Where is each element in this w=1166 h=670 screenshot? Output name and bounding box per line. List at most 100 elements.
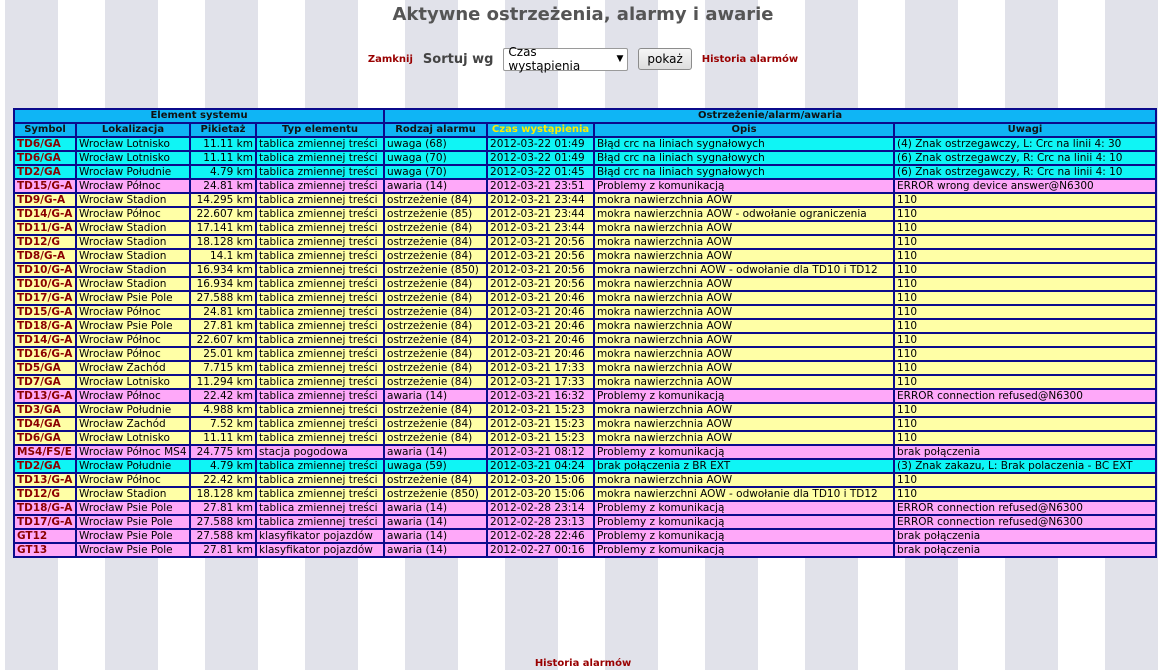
- table-row[interactable]: TD17/G-A Wrocław Psie Pole 27.588 km tablic…: [13, 514, 1158, 530]
- footer-history-link[interactable]: Historia alarmów: [535, 658, 631, 669]
- cell-alarm-type: uwaga (68): [383, 136, 489, 152]
- cell-symbol: TD14/G-A: [13, 332, 77, 348]
- cell-time: 2012-03-21 23:44: [486, 220, 596, 236]
- cell-time: 2012-02-28 23:14: [486, 500, 596, 516]
- table-row[interactable]: TD6/GA Wrocław Lotnisko 11.11 km tablica zm…: [13, 150, 1158, 166]
- cell-location: Wrocław Stadion: [75, 486, 191, 502]
- cell-kilometer: 4.79 km: [189, 458, 257, 474]
- sort-selected-value: Czas wystąpienia: [508, 45, 581, 73]
- table-row[interactable]: TD16/G-A Wrocław Północ 25.01 km tablica zm…: [13, 346, 1158, 362]
- table-row[interactable]: TD2/GA Wrocław Południe 4.79 km tablica zmi…: [13, 164, 1158, 180]
- cell-notes: 110: [893, 206, 1158, 222]
- table-row[interactable]: TD10/G-A Wrocław Stadion 16.934 km tablica …: [13, 276, 1158, 292]
- cell-kilometer: 22.607 km: [189, 206, 257, 222]
- cell-kilometer: 16.934 km: [189, 276, 257, 292]
- table-row[interactable]: TD9/G-A Wrocław Stadion 14.295 km tablica z…: [13, 192, 1158, 208]
- cell-kilometer: 11.294 km: [189, 374, 257, 390]
- table-row[interactable]: TD3/GA Wrocław Południe 4.988 km tablica zm…: [13, 402, 1158, 418]
- col-element-type[interactable]: Typ elementu: [254, 122, 386, 138]
- cell-time: 2012-03-21 17:33: [486, 360, 596, 376]
- cell-time: 2012-03-21 20:46: [486, 318, 596, 334]
- group-header-element: Element systemu: [12, 108, 386, 124]
- table-row[interactable]: MS4/FS/E Wrocław Północ MS4 24.775 km stacj…: [13, 444, 1158, 460]
- cell-description: mokra nawierzchnia AOW: [593, 192, 896, 208]
- history-link[interactable]: Historia alarmów: [702, 54, 798, 65]
- cell-alarm-type: awaria (14): [383, 542, 489, 558]
- cell-element-type: tablica zmiennej treści: [254, 192, 386, 208]
- cell-location: Wrocław Północ: [75, 304, 191, 320]
- col-description[interactable]: Opis: [593, 122, 896, 138]
- table-row[interactable]: TD17/G-A Wrocław Psie Pole 27.588 km tablic…: [13, 290, 1158, 306]
- cell-description: Błąd crc na liniach sygnałowych: [593, 150, 896, 166]
- table-row[interactable]: TD14/G-A Wrocław Północ 22.607 km tablica z…: [13, 206, 1158, 222]
- table-row[interactable]: GT12 Wrocław Psie Pole 27.588 km klasyfikat…: [13, 528, 1158, 544]
- table-row[interactable]: TD18/G-A Wrocław Psie Pole 27.81 km tablica…: [13, 500, 1158, 516]
- cell-description: brak połączenia z BR EXT: [593, 458, 896, 474]
- table-row[interactable]: TD18/G-A Wrocław Psie Pole 27.81 km tablica…: [13, 318, 1158, 334]
- cell-notes: ERROR connection refused@N6300: [893, 388, 1158, 404]
- cell-kilometer: 22.42 km: [189, 472, 257, 488]
- table-row[interactable]: TD7/GA Wrocław Lotnisko 11.294 km tablica z…: [13, 374, 1158, 390]
- toolbar: Zamknij Sortuj wg Czas wystąpienia ▼ pok…: [0, 45, 1166, 73]
- cell-symbol: TD16/G-A: [13, 346, 77, 362]
- table-row[interactable]: TD13/G-A Wrocław Północ 22.42 km tablica zm…: [13, 388, 1158, 404]
- cell-kilometer: 11.11 km: [189, 136, 257, 152]
- cell-location: Wrocław Zachód: [75, 360, 191, 376]
- alarms-table: Element systemu Ostrzeżenie/alarm/awaria…: [12, 108, 1158, 558]
- table-row[interactable]: TD15/G-A Wrocław Północ 24.81 km tablica zm…: [13, 178, 1158, 194]
- cell-kilometer: 4.79 km: [189, 164, 257, 180]
- table-row[interactable]: TD6/GA Wrocław Lotnisko 11.11 km tablica zm…: [13, 430, 1158, 446]
- cell-alarm-type: ostrzeżenie (84): [383, 374, 489, 390]
- close-link[interactable]: Zamknij: [368, 54, 413, 65]
- col-notes[interactable]: Uwagi: [893, 122, 1158, 138]
- table-row[interactable]: TD12/G Wrocław Stadion 18.128 km tablica zm…: [13, 486, 1158, 502]
- cell-location: Wrocław Lotnisko: [75, 374, 191, 390]
- table-row[interactable]: TD12/G Wrocław Stadion 18.128 km tablica zm…: [13, 234, 1158, 250]
- cell-element-type: tablica zmiennej treści: [254, 248, 386, 264]
- cell-alarm-type: ostrzeżenie (850): [383, 262, 489, 278]
- cell-location: Wrocław Południe: [75, 458, 191, 474]
- table-row[interactable]: TD5/GA Wrocław Zachód 7.715 km tablica zmie…: [13, 360, 1158, 376]
- table-row[interactable]: TD10/G-A Wrocław Stadion 16.934 km tablica …: [13, 262, 1158, 278]
- col-symbol[interactable]: Symbol: [13, 122, 77, 138]
- table-row[interactable]: TD11/G-A Wrocław Stadion 17.141 km tablica …: [13, 220, 1158, 236]
- cell-alarm-type: awaria (14): [383, 388, 489, 404]
- table-row[interactable]: TD4/GA Wrocław Zachód 7.52 km tablica zmien…: [13, 416, 1158, 432]
- col-kilometer[interactable]: Pikietaż: [189, 122, 257, 138]
- table-row[interactable]: TD13/G-A Wrocław Północ 22.42 km tablica zm…: [13, 472, 1158, 488]
- cell-alarm-type: ostrzeżenie (850): [383, 486, 489, 502]
- col-time[interactable]: Czas wystąpienia: [486, 122, 596, 138]
- cell-notes: (4) Znak ostrzegawczy, L: Crc na linii 4…: [893, 136, 1158, 152]
- table-row[interactable]: TD2/GA Wrocław Południe 4.79 km tablica zmi…: [13, 458, 1158, 474]
- cell-kilometer: 4.988 km: [189, 402, 257, 418]
- cell-location: Wrocław Północ: [75, 388, 191, 404]
- cell-element-type: tablica zmiennej treści: [254, 136, 386, 152]
- cell-alarm-type: ostrzeżenie (84): [383, 234, 489, 250]
- cell-description: Błąd crc na liniach sygnałowych: [593, 164, 896, 180]
- table-row[interactable]: TD14/G-A Wrocław Północ 22.607 km tablica z…: [13, 332, 1158, 348]
- table-row[interactable]: GT13 Wrocław Psie Pole 27.81 km klasyfikato…: [13, 542, 1158, 558]
- cell-description: mokra nawierzchnia AOW: [593, 290, 896, 306]
- cell-element-type: tablica zmiennej treści: [254, 304, 386, 320]
- table-row[interactable]: TD6/GA Wrocław Lotnisko 11.11 km tablica zm…: [13, 136, 1158, 152]
- cell-element-type: tablica zmiennej treści: [254, 430, 386, 446]
- page-title: Aktywne ostrzeżenia, alarmy i awarie: [392, 4, 774, 25]
- sort-select[interactable]: Czas wystąpienia ▼: [503, 45, 629, 73]
- cell-time: 2012-03-22 01:45: [486, 164, 596, 180]
- col-alarm-type[interactable]: Rodzaj alarmu: [383, 122, 489, 138]
- cell-notes: (6) Znak ostrzegawczy, R: Crc na linii 4…: [893, 164, 1158, 180]
- cell-time: 2012-02-28 22:46: [486, 528, 596, 544]
- cell-kilometer: 22.607 km: [189, 332, 257, 348]
- cell-element-type: tablica zmiennej treści: [254, 332, 386, 348]
- cell-location: Wrocław Stadion: [75, 220, 191, 236]
- cell-notes: 110: [893, 486, 1158, 502]
- cell-location: Wrocław Lotnisko: [75, 136, 191, 152]
- table-row[interactable]: TD8/G-A Wrocław Stadion 14.1 km tablica zmi…: [13, 248, 1158, 264]
- cell-element-type: tablica zmiennej treści: [254, 472, 386, 488]
- cell-symbol: TD13/G-A: [13, 472, 77, 488]
- show-button[interactable]: pokaż: [638, 48, 692, 70]
- cell-symbol: TD2/GA: [13, 458, 77, 474]
- table-row[interactable]: TD15/G-A Wrocław Północ 24.81 km tablica zm…: [13, 304, 1158, 320]
- col-location[interactable]: Lokalizacja: [75, 122, 191, 138]
- cell-element-type: tablica zmiennej treści: [254, 514, 386, 530]
